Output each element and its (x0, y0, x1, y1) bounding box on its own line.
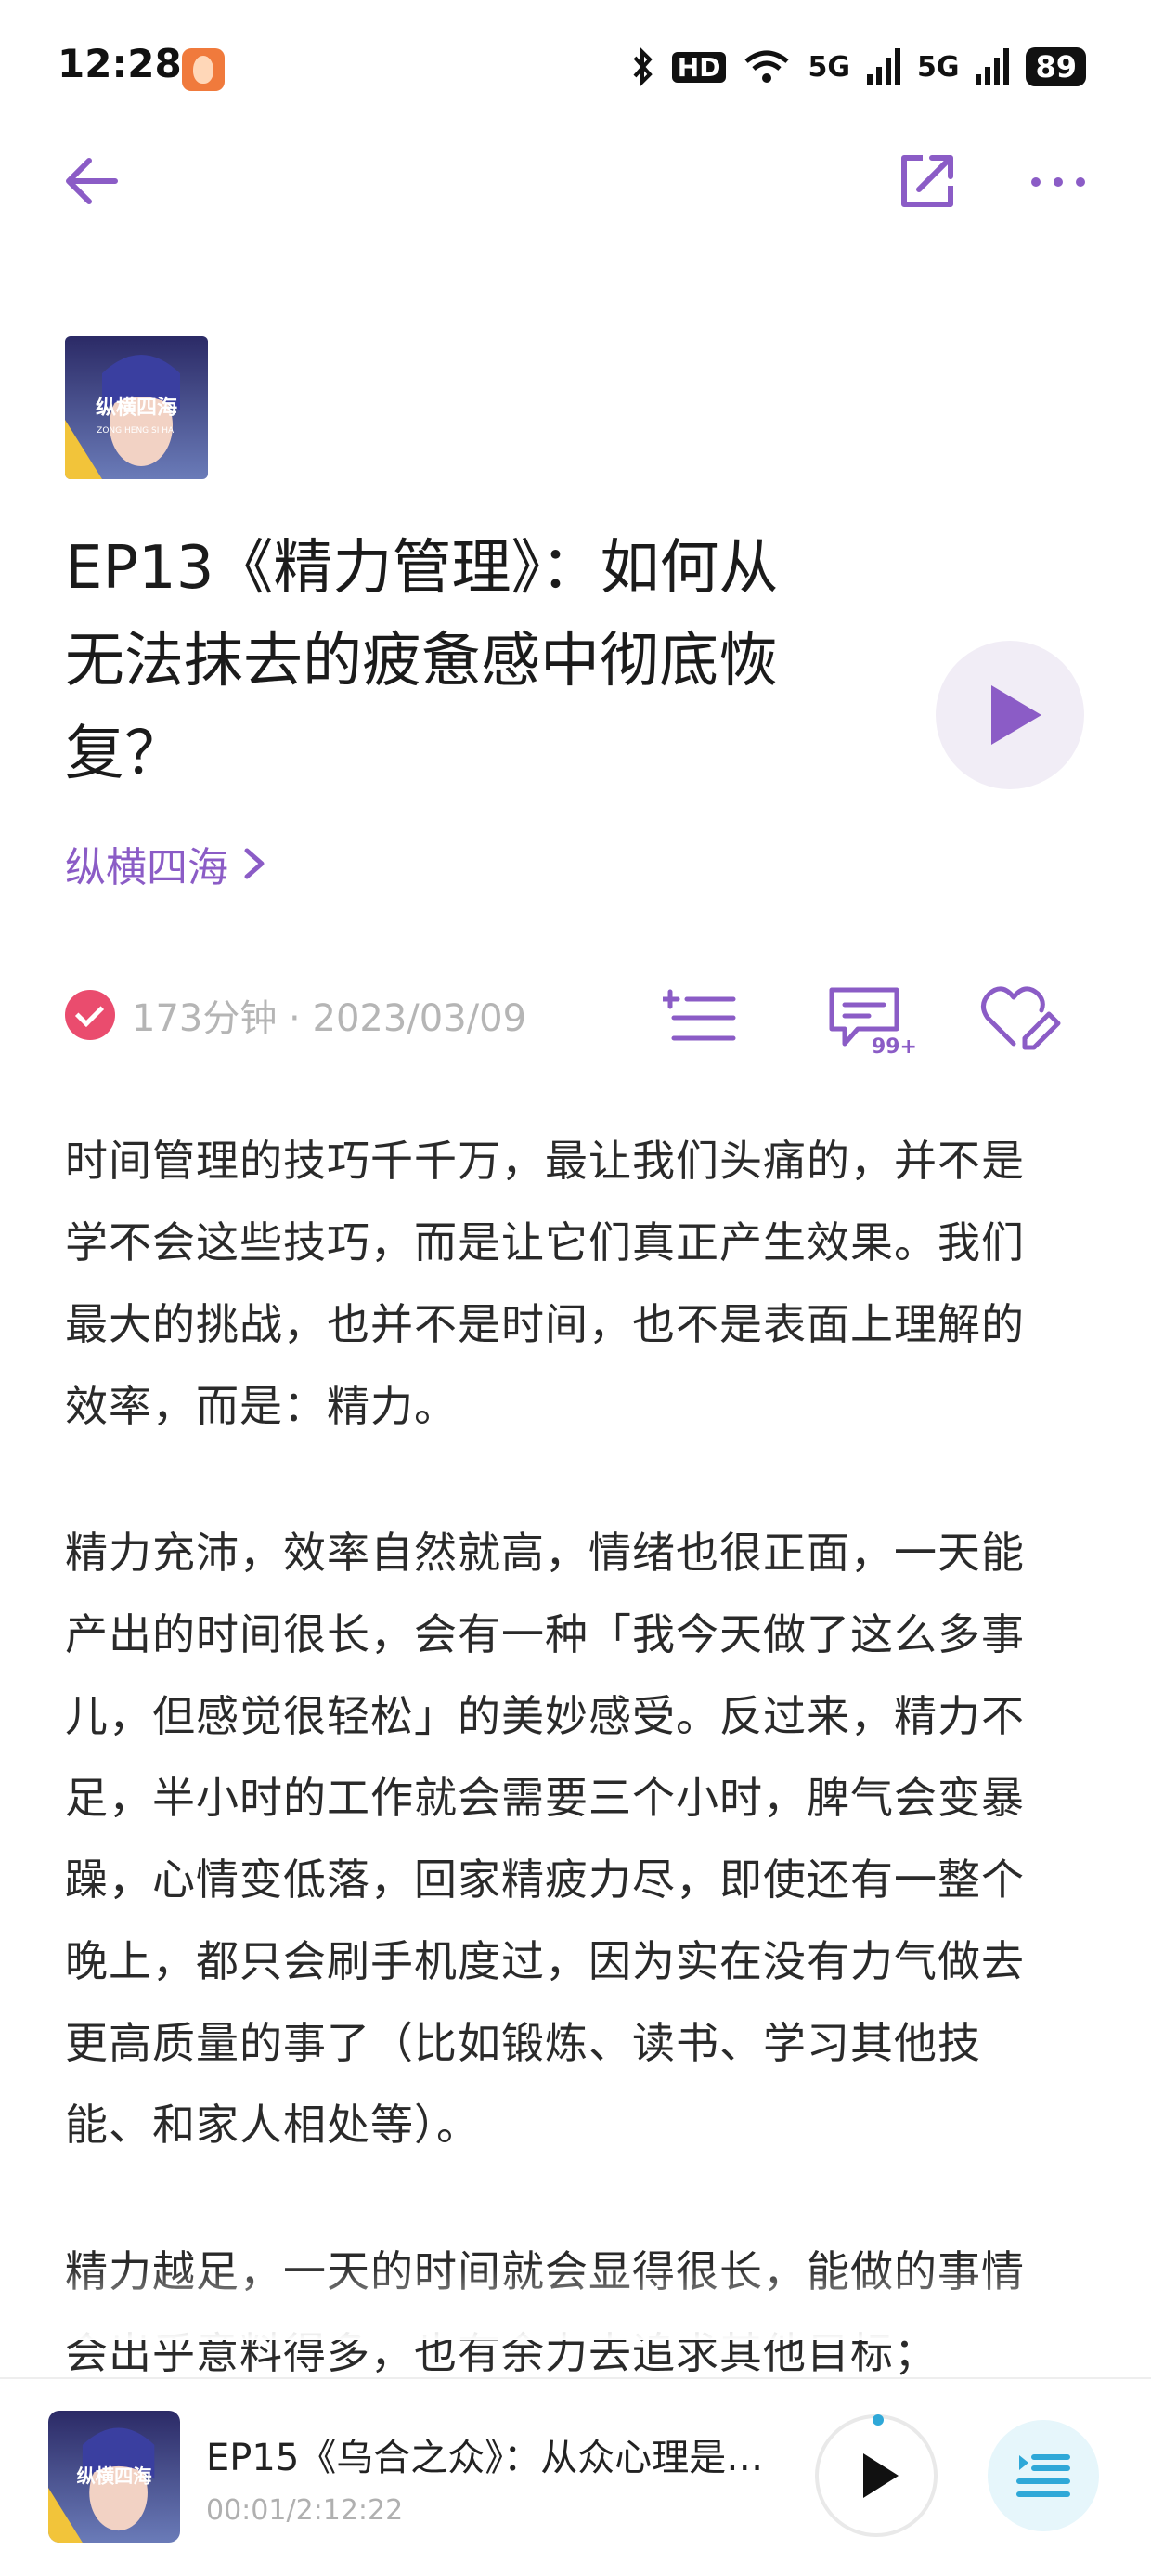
mini-player-title[interactable]: EP15《乌合之众》：从众心理是… (206, 2427, 782, 2481)
episode-title: EP13《精力管理》：如何从无法抹去的疲惫感中彻底恢复？ (65, 534, 779, 788)
cover-title-text: 纵横四海 (96, 396, 177, 420)
episode-description: 时间管理的技巧千千万，最让我们头痛的，并不是学不会这些技巧，而是让它们真正产生效… (65, 1120, 1067, 2459)
add-to-playlist-button[interactable] (663, 984, 737, 1049)
comment-count: 99+ (872, 1035, 917, 1059)
author-link[interactable]: 纵横四海 (65, 834, 265, 893)
played-check-icon (65, 990, 115, 1040)
playback-progress-indicator (873, 2414, 884, 2426)
play-episode-button[interactable] (936, 641, 1084, 789)
network-type-2: 5G (916, 50, 960, 84)
back-button[interactable] (61, 149, 126, 214)
signal-icon-2 (976, 48, 1010, 85)
episode-meta: 173分钟 · 2023/03/09 (65, 988, 526, 1042)
comments-button[interactable]: 99+ (826, 984, 919, 1059)
mini-cover-text: 纵横四海 (76, 2465, 151, 2487)
status-time: 12:28 (58, 41, 182, 86)
scroll-fade (0, 2266, 1151, 2340)
mini-player-cover[interactable]: 纵横四海 (48, 2411, 180, 2543)
status-icons: HD 5G 5G 89 (631, 43, 1086, 91)
chevron-right-icon (243, 845, 265, 882)
bluetooth-icon (631, 46, 655, 87)
author-name: 纵横四海 (65, 844, 228, 891)
more-options-button[interactable] (1028, 156, 1088, 208)
description-paragraph: 时间管理的技巧千千万，最让我们头痛的，并不是学不会这些技巧，而是让它们真正产生效… (65, 1136, 1025, 1431)
podcast-cover: 纵横四海 ZONG HENG SI HAI (65, 336, 208, 479)
favorite-button[interactable] (980, 984, 1064, 1051)
mini-play-button[interactable] (815, 2414, 938, 2537)
share-button[interactable] (895, 149, 960, 214)
play-queue-button[interactable] (988, 2420, 1099, 2531)
network-type-1: 5G (808, 50, 850, 84)
hd-voice-icon: HD (671, 51, 727, 83)
signal-icon (866, 48, 900, 85)
app-notification-icon (182, 48, 225, 91)
wifi-icon (743, 48, 791, 85)
battery-indicator: 89 (1026, 47, 1086, 86)
description-paragraph: 精力充沛，效率自然就高，情绪也很正面，一天能产出的时间很长，会有一种「我今天做了… (65, 1528, 1025, 2150)
cover-subtitle-text: ZONG HENG SI HAI (97, 426, 176, 436)
duration-date: 173分钟 · 2023/03/09 (132, 997, 527, 1040)
mini-player-time: 00:01/2:12:22 (206, 2494, 404, 2527)
